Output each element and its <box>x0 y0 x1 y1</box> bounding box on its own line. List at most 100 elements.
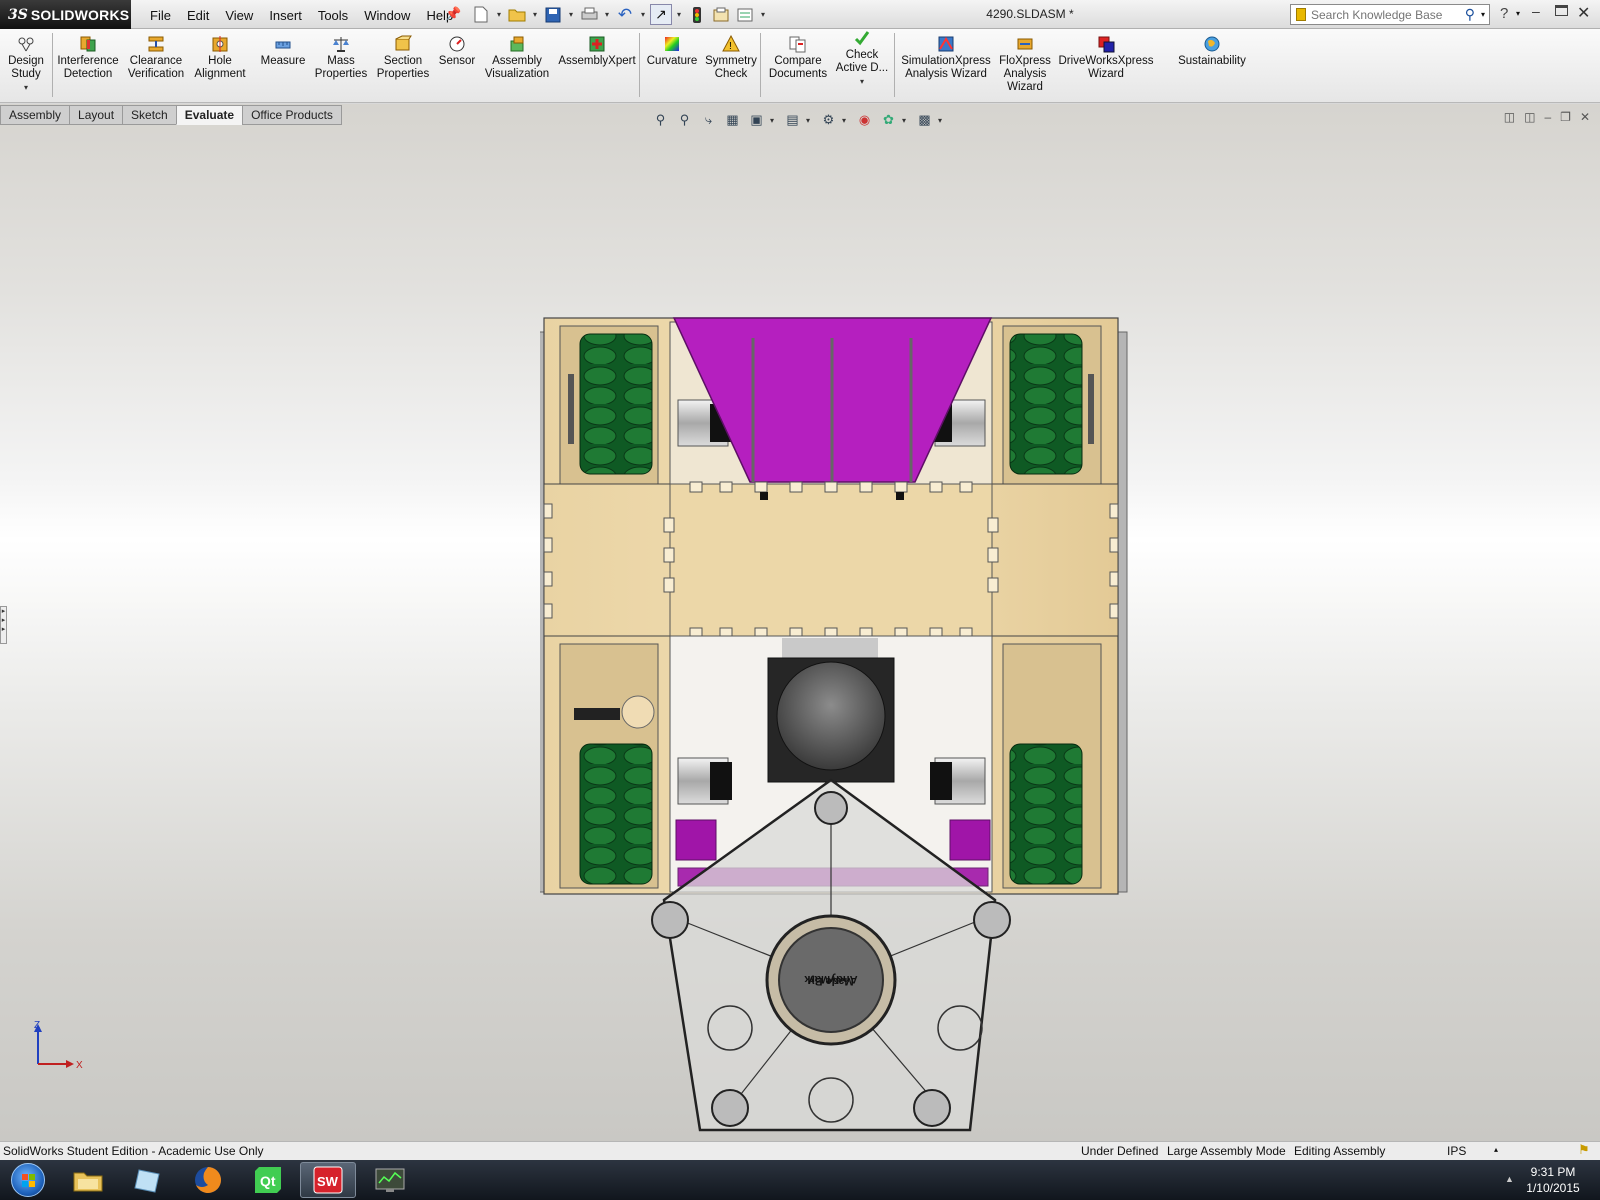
section-properties-icon <box>394 35 412 53</box>
tab-sketch[interactable]: Sketch <box>122 105 176 125</box>
menu-insert[interactable]: Insert <box>261 6 310 25</box>
search-input[interactable] <box>1311 7 1465 22</box>
heads-up-view-toolbar: ⚲ ⚲ ⤷ ▦ ▣ ▾ ▤ ▾ ⚙ ▾ ◉ ✿ ▾ ▩ ▾ <box>650 110 947 130</box>
open-dropdown-icon[interactable]: ▾ <box>530 4 540 25</box>
undo-dropdown-icon[interactable]: ▾ <box>638 4 648 25</box>
dynamic-annotation-icon[interactable]: ▣ <box>746 110 767 130</box>
taskbar-solidworks[interactable]: SW <box>300 1162 356 1198</box>
section-view-icon[interactable]: ▦ <box>722 110 743 130</box>
viewport-restore-icon[interactable]: ❐ <box>1560 110 1571 124</box>
tab-assembly[interactable]: Assembly <box>0 105 70 125</box>
menu-window[interactable]: Window <box>356 6 418 25</box>
system-clock[interactable]: 9:31 PM 1/10/2015 <box>1518 1164 1588 1196</box>
mass-properties-button[interactable]: Mass Properties <box>314 35 368 81</box>
design-study-button[interactable]: Design Study ▾ <box>6 35 46 94</box>
simulationxpress-button[interactable]: SimulationXpress Analysis Wizard <box>898 35 994 81</box>
menu-view[interactable]: View <box>217 6 261 25</box>
print-dropdown-icon[interactable]: ▾ <box>602 4 612 25</box>
view-orientation-dropdown-icon[interactable]: ▾ <box>806 116 815 125</box>
display-style-icon[interactable]: ⚙ <box>818 110 839 130</box>
assembly-visualization-button[interactable]: Assembly Visualization <box>484 35 550 81</box>
menu-tools[interactable]: Tools <box>310 6 356 25</box>
mass-properties-label: Mass Properties <box>314 55 368 80</box>
zoom-to-area-icon[interactable]: ⚲ <box>674 110 695 130</box>
taskbar-notepad[interactable] <box>120 1162 176 1198</box>
viewport-close-icon[interactable]: ✕ <box>1580 110 1590 124</box>
split-horizontal-icon[interactable]: ◫ <box>1504 110 1515 124</box>
driveworksxpress-button[interactable]: DriveWorksXpress Wizard <box>1058 35 1154 81</box>
zoom-to-fit-icon[interactable]: ⚲ <box>650 110 671 130</box>
book-icon <box>1296 8 1306 21</box>
view-orientation-icon[interactable]: ▤ <box>782 110 803 130</box>
view-settings-dropdown-icon[interactable]: ▾ <box>938 116 947 125</box>
new-document-icon[interactable] <box>470 4 492 25</box>
search-dropdown-icon[interactable]: ▾ <box>1481 10 1485 19</box>
open-folder-icon[interactable] <box>506 4 528 25</box>
select-dropdown-icon[interactable]: ▾ <box>674 4 684 25</box>
taskbar-firefox[interactable] <box>180 1162 236 1198</box>
close-icon[interactable]: ✕ <box>1577 3 1590 23</box>
undo-icon[interactable]: ↶ <box>614 4 636 25</box>
tab-office-products[interactable]: Office Products <box>242 105 342 125</box>
apply-scene-dropdown-icon[interactable]: ▾ <box>902 116 911 125</box>
tab-layout[interactable]: Layout <box>69 105 123 125</box>
menu-file[interactable]: File <box>142 6 179 25</box>
viewport-minimize-icon[interactable]: – <box>1544 110 1551 124</box>
show-hidden-icons-icon[interactable]: ▲ <box>1505 1174 1514 1184</box>
tab-evaluate[interactable]: Evaluate <box>175 105 243 125</box>
options-icon[interactable] <box>734 4 756 25</box>
restore-icon[interactable] <box>1555 5 1568 16</box>
search-icon[interactable]: ⚲ <box>1465 6 1475 23</box>
minimize-icon[interactable]: – <box>1532 3 1540 19</box>
check-active-dropdown-icon[interactable]: ▾ <box>834 75 890 88</box>
display-style-dropdown-icon[interactable]: ▾ <box>842 116 851 125</box>
compare-documents-button[interactable]: Compare Documents <box>766 35 830 81</box>
mecanum-wheel-front-left <box>579 333 653 475</box>
floxpress-button[interactable]: FloXpress Analysis Wizard <box>998 35 1052 94</box>
interference-detection-button[interactable]: Interference Detection <box>56 35 120 81</box>
rebuild-icon[interactable] <box>686 4 708 25</box>
taskbar-file-explorer[interactable] <box>60 1162 116 1198</box>
feature-manager-expand-handle[interactable]: ▸ ▸ ▸ <box>0 606 7 644</box>
help-dropdown-icon[interactable]: ▾ <box>1516 9 1520 18</box>
new-dropdown-icon[interactable]: ▾ <box>494 4 504 25</box>
section-properties-button[interactable]: Section Properties <box>374 35 432 81</box>
firefox-icon <box>195 1167 221 1193</box>
split-vertical-icon[interactable]: ◫ <box>1524 110 1535 124</box>
units-dropdown-icon[interactable]: ▴ <box>1494 1145 1498 1154</box>
check-active-document-button[interactable]: Check Active D... ▾ <box>834 29 890 88</box>
help-icon[interactable]: ? <box>1500 5 1508 22</box>
pin-menu-icon[interactable]: 📌 <box>445 6 461 22</box>
sustainability-button[interactable]: Sustainability <box>1176 35 1248 68</box>
solidworks-logo[interactable]: 3S SOLIDWORKS <box>0 0 131 29</box>
taskbar-system-monitor[interactable] <box>362 1162 418 1198</box>
units-selector[interactable]: IPS <box>1447 1144 1466 1158</box>
save-icon[interactable] <box>542 4 564 25</box>
view-settings-icon[interactable]: ▩ <box>914 110 935 130</box>
edit-appearance-icon[interactable]: ◉ <box>854 110 875 130</box>
save-dropdown-icon[interactable]: ▾ <box>566 4 576 25</box>
apply-scene-icon[interactable]: ✿ <box>878 110 899 130</box>
taskbar-qt-creator[interactable]: Qt <box>240 1162 296 1198</box>
file-properties-icon[interactable] <box>710 4 732 25</box>
graphics-area[interactable]: ⚲ ⚲ ⤷ ▦ ▣ ▾ ▤ ▾ ⚙ ▾ ◉ ✿ ▾ ▩ ▾ ◫ ◫ – ❐ ✕ … <box>0 104 1600 1141</box>
select-arrow-icon[interactable]: ↗ <box>650 4 672 25</box>
start-button[interactable] <box>4 1161 52 1199</box>
dynamic-annotation-dropdown-icon[interactable]: ▾ <box>770 116 779 125</box>
robot-assembly-model[interactable]: Made By AndyMark <box>540 204 1150 1141</box>
clearance-verification-button[interactable]: Clearance Verification <box>124 35 188 81</box>
measure-button[interactable]: Measure <box>258 35 308 68</box>
print-icon[interactable] <box>578 4 600 25</box>
assemblyxpert-button[interactable]: AssemblyXpert <box>558 35 636 68</box>
symmetry-check-button[interactable]: ! Symmetry Check <box>704 35 758 81</box>
tag-icon[interactable]: ⚑ <box>1578 1142 1590 1158</box>
previous-view-icon[interactable]: ⤷ <box>698 110 719 130</box>
hole-alignment-button[interactable]: Hole Alignment <box>192 35 248 81</box>
menu-edit[interactable]: Edit <box>179 6 217 25</box>
sensor-button[interactable]: Sensor <box>436 35 478 68</box>
design-study-dropdown-icon[interactable]: ▾ <box>6 81 46 94</box>
search-knowledge-base[interactable]: ⚲ ▾ <box>1290 4 1490 25</box>
curvature-button[interactable]: Curvature <box>644 35 700 68</box>
options-dropdown-icon[interactable]: ▾ <box>758 4 768 25</box>
windows-logo-icon <box>11 1163 45 1197</box>
